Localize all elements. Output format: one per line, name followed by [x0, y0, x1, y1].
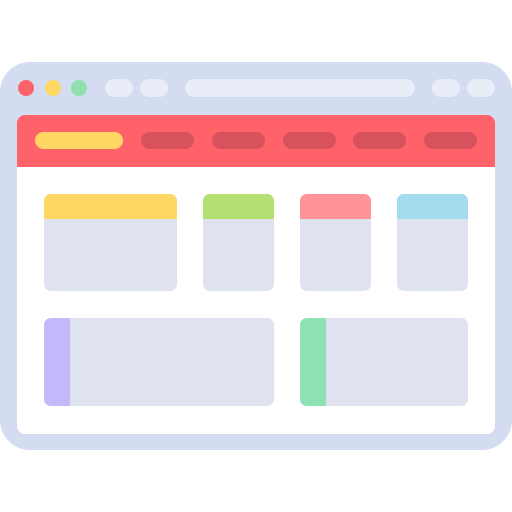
close-dot[interactable] [18, 80, 34, 96]
card-header [300, 194, 371, 219]
card[interactable] [203, 194, 274, 291]
card-header [44, 194, 177, 219]
card-header [203, 194, 274, 219]
card[interactable] [300, 194, 371, 291]
card-accent-bar [300, 318, 326, 406]
card-header [397, 194, 468, 219]
menu-button[interactable] [467, 79, 495, 97]
card[interactable] [44, 194, 177, 291]
card[interactable] [397, 194, 468, 291]
address-bar[interactable] [185, 79, 415, 97]
nav-item[interactable] [283, 132, 336, 149]
window-controls [18, 80, 87, 96]
nav-item[interactable] [212, 132, 265, 149]
wide-card[interactable] [44, 318, 274, 406]
wide-card[interactable] [300, 318, 468, 406]
maximize-dot[interactable] [71, 80, 87, 96]
nav-item-active[interactable] [35, 132, 123, 149]
browser-window-illustration [0, 62, 512, 450]
forward-button[interactable] [140, 79, 168, 97]
back-button[interactable] [105, 79, 133, 97]
minimize-dot[interactable] [45, 80, 61, 96]
nav-item[interactable] [141, 132, 194, 149]
nav-item[interactable] [353, 132, 406, 149]
extension-button[interactable] [432, 79, 460, 97]
card-accent-bar [44, 318, 70, 406]
nav-item[interactable] [424, 132, 477, 149]
card-body [44, 318, 274, 406]
